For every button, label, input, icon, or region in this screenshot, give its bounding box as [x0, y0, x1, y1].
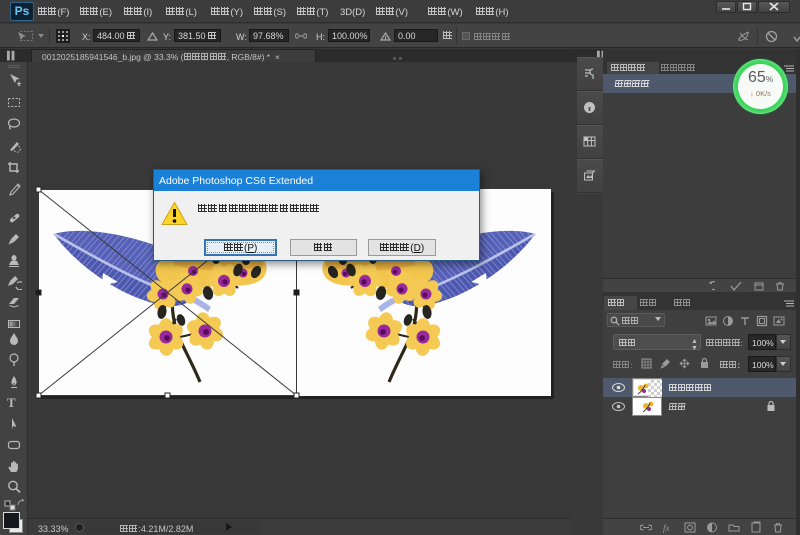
- svg-text:fx: fx: [663, 523, 670, 533]
